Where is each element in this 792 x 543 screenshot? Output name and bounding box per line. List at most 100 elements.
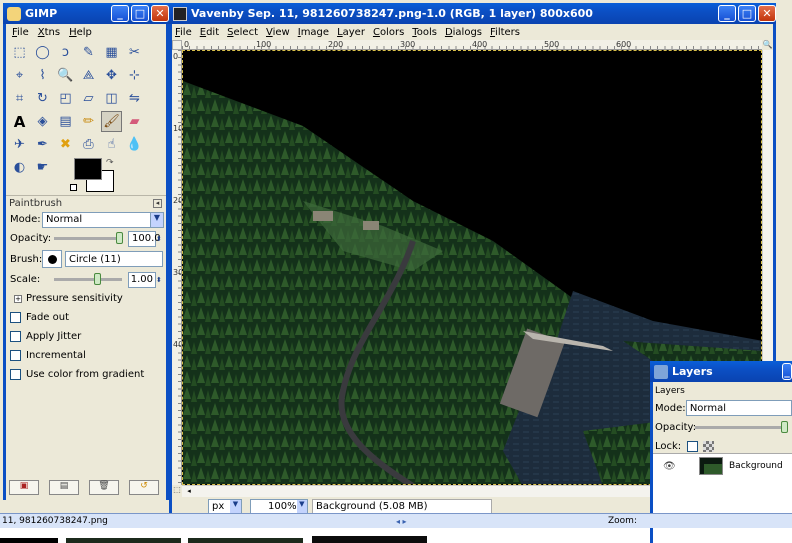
gradient-color-checkbox[interactable] [10, 369, 21, 380]
close-icon[interactable]: ✕ [758, 5, 776, 22]
rect-select-icon[interactable]: ⬚ [9, 42, 30, 63]
scale-icon[interactable]: ◰ [55, 88, 76, 109]
fade-out-option[interactable]: Fade out [6, 308, 166, 327]
maximize-icon[interactable]: □ [131, 5, 149, 22]
measure-icon[interactable]: ⟁ [78, 65, 99, 86]
toolbox-titlebar[interactable]: GIMP _ □ ✕ [3, 3, 169, 24]
gradient-icon[interactable]: ▤ [55, 111, 76, 132]
close-icon[interactable]: ✕ [151, 5, 169, 22]
incremental-option[interactable]: Incremental [6, 346, 166, 365]
eye-icon[interactable]: 👁 [663, 461, 685, 472]
paintbrush-icon[interactable]: 🖌 [101, 111, 122, 132]
align-icon[interactable]: ⊹ [124, 65, 145, 86]
rotate-icon[interactable]: ↻ [32, 88, 53, 109]
menu-file[interactable]: File [175, 27, 192, 38]
menu-layer[interactable]: Layer [337, 27, 365, 38]
shear-icon[interactable]: ▱ [78, 88, 99, 109]
menu-filters[interactable]: Filters [490, 27, 520, 38]
paths-icon[interactable]: ⌖ [9, 65, 30, 86]
fuzzy-select-icon[interactable]: ✎ [78, 42, 99, 63]
menu-help[interactable]: Help [69, 27, 92, 38]
minimize-icon[interactable]: _ [718, 5, 736, 22]
layers-mode-select[interactable]: Normal [685, 400, 792, 416]
incremental-checkbox[interactable] [10, 350, 21, 361]
menu-view[interactable]: View [266, 27, 290, 38]
layers-opacity-slider[interactable] [695, 421, 788, 433]
apply-jitter-checkbox[interactable] [10, 331, 21, 342]
menu-file[interactable]: File [12, 27, 29, 38]
minimize-icon[interactable]: _ [782, 363, 792, 380]
image-titlebar[interactable]: Vavenby Sep. 11, 981260738247.png-1.0 (R… [169, 3, 776, 24]
opacity-slider[interactable] [54, 232, 123, 244]
airbrush-icon[interactable]: ✈ [9, 134, 30, 155]
smudge-icon[interactable]: ☝ [101, 134, 122, 155]
foreground-color-swatch[interactable] [74, 158, 102, 180]
zoom-icon[interactable]: 🔍 [55, 65, 76, 86]
swap-colors-icon[interactable]: ↷ [106, 158, 114, 168]
layers-opacity-thumb[interactable] [781, 421, 788, 433]
delete-options-button[interactable]: 🗑 [89, 480, 119, 495]
flip-icon[interactable]: ⇋ [124, 88, 145, 109]
menu-colors[interactable]: Colors [373, 27, 404, 38]
spinner-icon[interactable]: ⬍ [156, 276, 162, 284]
zoom-to-fit-icon[interactable]: 🔍 [762, 40, 773, 50]
restore-options-button[interactable]: ▤ [49, 480, 79, 495]
thumbnail[interactable] [0, 538, 58, 543]
color-select-icon[interactable]: ▦ [101, 42, 122, 63]
menu-edit[interactable]: Edit [200, 27, 219, 38]
menu-dialogs[interactable]: Dialogs [445, 27, 482, 38]
blur-icon[interactable]: 💧 [124, 134, 145, 155]
scale-slider-thumb[interactable] [94, 273, 101, 285]
opacity-slider-thumb[interactable] [116, 232, 123, 244]
menu-xtns[interactable]: Xtns [38, 27, 60, 38]
reset-options-button[interactable]: ↺ [129, 480, 159, 495]
save-options-button[interactable]: ▣ [9, 480, 39, 495]
panel-menu-icon[interactable]: ◂ [153, 198, 162, 208]
brush-name-field[interactable]: Circle (11) [65, 251, 163, 267]
gradient-color-option[interactable]: Use color from gradient [6, 365, 166, 384]
crop-icon[interactable]: ⌗ [9, 88, 30, 109]
maximize-icon[interactable]: □ [738, 5, 756, 22]
smudge-finger-icon[interactable]: ☛ [32, 157, 53, 178]
scissors-icon[interactable]: ✂ [124, 42, 145, 63]
minimize-icon[interactable]: _ [111, 5, 129, 22]
pressure-row[interactable]: + Pressure sensitivity [6, 289, 166, 308]
layers-titlebar[interactable]: Layers _ [650, 361, 792, 382]
apply-jitter-option[interactable]: Apply Jitter [6, 327, 166, 346]
clone-icon[interactable]: ⎙ [78, 134, 99, 155]
scale-slider[interactable] [54, 273, 122, 285]
brush-preview[interactable] [42, 250, 62, 268]
eraser-icon[interactable]: ▰ [124, 111, 145, 132]
lock-pixels-checkbox[interactable] [687, 441, 698, 452]
perspective-icon[interactable]: ◫ [101, 88, 122, 109]
thumbnail[interactable] [188, 538, 303, 543]
menu-tools[interactable]: Tools [412, 27, 437, 38]
ink-icon[interactable]: ✒ [32, 134, 53, 155]
bucket-fill-icon[interactable]: ◈ [32, 111, 53, 132]
ruler-corner-button[interactable] [172, 40, 182, 50]
horizontal-ruler[interactable]: 0 100 200 300 400 500 600 [182, 40, 762, 50]
mode-select[interactable]: Normal ▼ [42, 211, 164, 228]
text-icon[interactable]: A [9, 111, 30, 132]
expander-icon[interactable]: + [14, 294, 22, 303]
default-colors-icon[interactable] [70, 184, 77, 191]
thumbnail[interactable] [66, 538, 181, 543]
heal-icon[interactable]: ✖ [55, 134, 76, 155]
scroll-left-icon[interactable]: ◂ [184, 487, 194, 497]
opacity-input[interactable]: 100.0 [128, 230, 161, 247]
spinner-icon[interactable]: ⬍ [156, 235, 162, 243]
pencil-icon[interactable]: ✏ [78, 111, 99, 132]
scale-input[interactable]: 1.00 [128, 271, 156, 288]
vertical-ruler[interactable]: 0 100 200 300 400 [172, 50, 182, 485]
ellipse-select-icon[interactable]: ◯ [32, 42, 53, 63]
color-picker-icon[interactable]: ⌇ [32, 65, 53, 86]
dodge-burn-icon[interactable]: ◐ [9, 157, 30, 178]
quick-mask-icon[interactable]: ⬚ [172, 485, 182, 497]
move-icon[interactable]: ✥ [101, 65, 122, 86]
free-select-icon[interactable]: ↄ [55, 42, 76, 63]
layer-row[interactable]: 👁 Background [653, 454, 792, 478]
menu-select[interactable]: Select [227, 27, 258, 38]
fade-out-checkbox[interactable] [10, 312, 21, 323]
menu-image[interactable]: Image [298, 27, 329, 38]
thumbnail[interactable] [312, 536, 427, 543]
